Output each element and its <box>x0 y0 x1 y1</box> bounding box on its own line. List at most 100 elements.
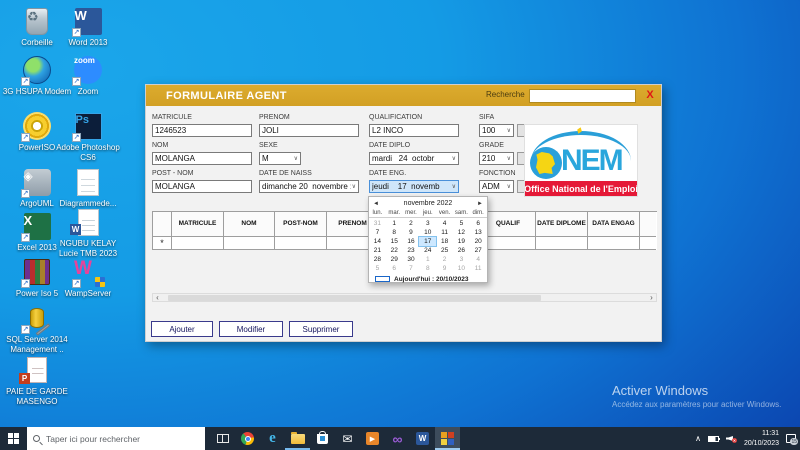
calendar-day[interactable]: 11 <box>436 228 453 237</box>
column-header[interactable]: POST-NOM <box>275 212 327 237</box>
calendar-day[interactable]: 4 <box>436 219 453 228</box>
calendar-day[interactable]: 16 <box>403 237 420 246</box>
post-nom-input[interactable]: MOLANGA <box>152 180 252 193</box>
calendar-day[interactable]: 3 <box>453 255 470 264</box>
taskbar-mail[interactable]: ✉ <box>335 427 360 450</box>
modifier-button[interactable]: Modifier <box>219 321 283 337</box>
clock[interactable]: 11:31 20/10/2023 <box>744 429 779 447</box>
task-view-button[interactable] <box>210 427 235 450</box>
table-cell[interactable] <box>640 237 656 250</box>
scroll-left-arrow-icon[interactable]: ‹ <box>153 294 162 301</box>
calendar-day[interactable]: 30 <box>403 255 420 264</box>
grade-combobox[interactable]: 210∨ <box>479 152 514 165</box>
nom-input[interactable]: MOLANGA <box>152 152 252 165</box>
table-horizontal-scrollbar[interactable]: ‹ › <box>152 293 657 302</box>
taskbar-word[interactable]: W <box>410 427 435 450</box>
taskbar-file-explorer[interactable] <box>285 427 310 450</box>
calendar-day[interactable]: 31 <box>369 219 386 228</box>
column-header[interactable]: DATA ENGAG <box>588 212 640 237</box>
tray-chevron-icon[interactable]: ∧ <box>695 434 701 443</box>
column-header[interactable]: DATE DIPLOME <box>536 212 588 237</box>
qualification-input[interactable]: L2 INCO <box>369 124 459 137</box>
start-button[interactable] <box>0 427 27 450</box>
calendar-day[interactable]: 27 <box>470 246 487 255</box>
calendar-day[interactable]: 7 <box>369 228 386 237</box>
calendar-day[interactable]: 15 <box>386 237 403 246</box>
calendar-day[interactable]: 7 <box>403 264 420 273</box>
taskbar-chrome[interactable] <box>235 427 260 450</box>
action-center-icon[interactable]: 15 <box>786 434 796 443</box>
calendar-day[interactable]: 8 <box>386 228 403 237</box>
recherche-input[interactable] <box>529 89 636 103</box>
calendar-day[interactable]: 9 <box>403 228 420 237</box>
calendar-day[interactable]: 6 <box>386 264 403 273</box>
matricule-input[interactable]: 1246523 <box>152 124 252 137</box>
column-header[interactable]: NOM <box>224 212 275 237</box>
sifa-combobox[interactable]: 100∨ <box>479 124 514 137</box>
calendar-today-row[interactable]: Aujourd'hui : 20/10/2023 <box>369 273 487 285</box>
date-eng-datepicker[interactable]: jeudi 17 novemb∨ <box>369 180 459 193</box>
column-header[interactable]: QUALIF <box>481 212 536 237</box>
calendar-day[interactable]: 5 <box>453 219 470 228</box>
supprimer-button[interactable]: Supprimer <box>289 321 353 337</box>
table-cell[interactable] <box>224 237 275 250</box>
fonction-combobox[interactable]: ADM∨ <box>479 180 514 193</box>
calendar-day[interactable]: 21 <box>369 246 386 255</box>
calendar-day[interactable]: 22 <box>386 246 403 255</box>
calendar-day[interactable]: 24 <box>419 246 436 255</box>
table-cell[interactable] <box>481 237 536 250</box>
desktop-icon-sql-server[interactable]: ↗ SQL Server 2014 Management .. <box>2 303 72 354</box>
calendar-day[interactable]: 5 <box>369 264 386 273</box>
calendar-day[interactable]: 2 <box>403 219 420 228</box>
volume-muted-icon[interactable]: ✕ <box>726 434 737 443</box>
prenom-input[interactable]: JOLI <box>259 124 359 137</box>
table-cell[interactable] <box>172 237 224 250</box>
scrollbar-thumb[interactable] <box>168 295 541 301</box>
calendar-day[interactable]: 19 <box>453 237 470 246</box>
calendar-day[interactable]: 10 <box>453 264 470 273</box>
calendar-next-icon[interactable]: ► <box>477 201 483 207</box>
calendar-day[interactable]: 25 <box>436 246 453 255</box>
calendar-day[interactable]: 8 <box>419 264 436 273</box>
calendar-day[interactable]: 2 <box>436 255 453 264</box>
calendar-day[interactable]: 18 <box>436 237 453 246</box>
calendar-day[interactable]: 1 <box>419 255 436 264</box>
calendar-month-title[interactable]: novembre 2022 <box>379 200 477 207</box>
calendar-day[interactable]: 26 <box>453 246 470 255</box>
table-cell[interactable] <box>536 237 588 250</box>
calendar-day[interactable]: 11 <box>470 264 487 273</box>
calendar-day[interactable]: 23 <box>403 246 420 255</box>
date-naiss-datepicker[interactable]: dimanche 20 novembre :∨ <box>259 180 359 193</box>
taskbar-search[interactable]: Taper ici pour rechercher <box>27 427 205 450</box>
calendar-day[interactable]: 9 <box>436 264 453 273</box>
taskbar-store[interactable] <box>310 427 335 450</box>
calendar-day[interactable]: 6 <box>470 219 487 228</box>
ajouter-button[interactable]: Ajouter <box>151 321 213 337</box>
battery-icon[interactable] <box>708 436 719 442</box>
desktop-icon-photoshop[interactable]: Ps↗ Adobe Photoshop CS6 <box>53 111 123 162</box>
window-titlebar[interactable]: FORMULAIRE AGENT Recherche X <box>146 85 661 106</box>
scrollbar-track[interactable] <box>162 294 647 301</box>
table-cell[interactable] <box>588 237 640 250</box>
calendar-day[interactable]: 29 <box>386 255 403 264</box>
taskbar-visual-studio[interactable]: ∞ <box>385 427 410 450</box>
desktop-icon-paie-de-garde[interactable]: P PAIE DE GARDE MASENGO <box>2 355 72 406</box>
desktop-icon-word-2013[interactable]: W↗ Word 2013 <box>53 6 123 48</box>
calendar-day[interactable]: 28 <box>369 255 386 264</box>
taskbar-media-player[interactable]: ▶ <box>360 427 385 450</box>
calendar-day[interactable]: 1 <box>386 219 403 228</box>
desktop-icon-ngubu-doc[interactable]: W NGUBU KELAY Lucie TMB 2023 <box>53 207 123 258</box>
calendar-day[interactable]: 20 <box>470 237 487 246</box>
desktop-icon-diagramme[interactable]: Diagrammede... <box>53 167 123 209</box>
calendar-day[interactable]: 17 <box>419 237 436 246</box>
close-button[interactable]: X <box>643 88 657 102</box>
calendar-day[interactable]: 13 <box>470 228 487 237</box>
taskbar-edge[interactable]: e <box>260 427 285 450</box>
sexe-combobox[interactable]: M∨ <box>259 152 301 165</box>
calendar-day[interactable]: 10 <box>419 228 436 237</box>
calendar-day[interactable]: 4 <box>470 255 487 264</box>
calendar-day[interactable]: 3 <box>419 219 436 228</box>
scroll-right-arrow-icon[interactable]: › <box>647 294 656 301</box>
table-cell[interactable] <box>275 237 327 250</box>
date-diplo-datepicker[interactable]: mardi 24 octobr∨ <box>369 152 459 165</box>
